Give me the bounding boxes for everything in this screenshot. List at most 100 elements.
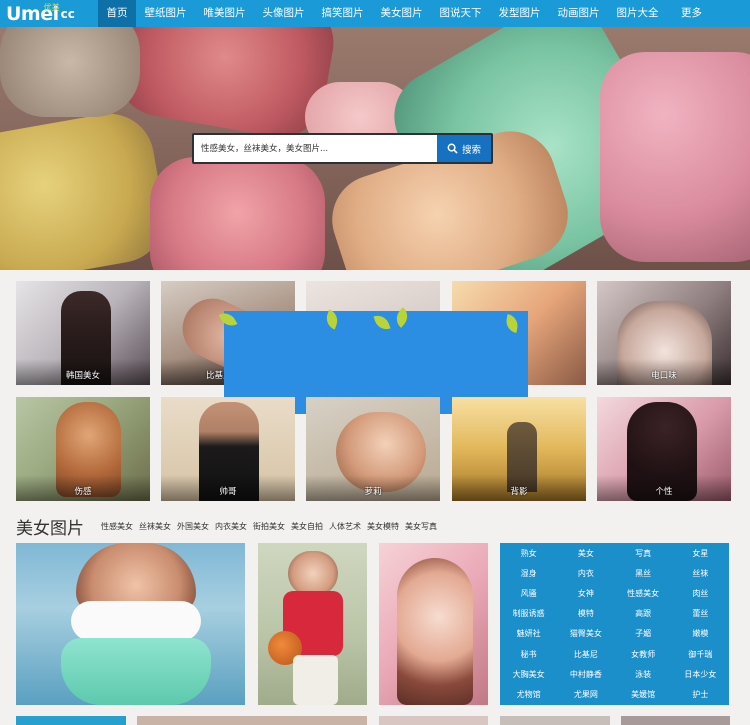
thumbnail-strip — [16, 716, 126, 725]
logo-suffix: cc — [60, 6, 75, 21]
tag-link[interactable]: 日本少女 — [672, 664, 729, 684]
tag-link[interactable]: 护士 — [672, 684, 729, 704]
nav-item-world[interactable]: 图说天下 — [431, 0, 490, 27]
tag-link[interactable]: 性感美女 — [615, 583, 672, 603]
category-tile[interactable]: 伤感 — [16, 397, 150, 501]
tag-link[interactable]: 女神 — [557, 583, 614, 603]
tag-link[interactable]: 泳装 — [615, 664, 672, 684]
tag-link[interactable]: 秘书 — [500, 644, 557, 664]
nav-item-all[interactable]: 图片大全 — [608, 0, 667, 27]
tag-link[interactable]: 熟女 — [500, 543, 557, 563]
featured-photo[interactable] — [16, 543, 245, 705]
tag-link[interactable]: 女教师 — [615, 644, 672, 664]
nav-item-animation[interactable]: 动画图片 — [549, 0, 608, 27]
tag-link[interactable]: 大胸美女 — [500, 664, 557, 684]
logo-cn: 优美 — [43, 3, 60, 12]
tag-link[interactable]: 高跟 — [615, 604, 672, 624]
thumbnail-strip — [137, 716, 367, 725]
section-link[interactable]: 丝袜美女 — [139, 521, 171, 532]
section-link[interactable]: 人体艺术 — [329, 521, 361, 532]
tag-link[interactable]: 肉丝 — [672, 583, 729, 603]
section-link[interactable]: 内衣美女 — [215, 521, 247, 532]
chalk-image — [150, 157, 325, 270]
tile-caption: 个性 — [655, 487, 673, 497]
search-box: 搜索 — [192, 133, 493, 164]
section-link[interactable]: 美女模特 — [367, 521, 399, 532]
tag-link[interactable]: 模特 — [557, 604, 614, 624]
tag-link[interactable]: 风骚 — [500, 583, 557, 603]
tag-grid: 熟女 美女 写真 女星 湿身 内衣 黑丝 丝袜 风骚 女神 性感美女 肉丝 制服… — [500, 543, 729, 705]
nav-item-beauty[interactable]: 美女图片 — [372, 0, 431, 27]
tag-link[interactable]: 湿身 — [500, 563, 557, 583]
tag-link[interactable]: 蕾丝 — [672, 604, 729, 624]
section-title: 美女图片 — [16, 519, 84, 539]
section-link[interactable]: 外国美女 — [177, 521, 209, 532]
section-link[interactable]: 美女自拍 — [291, 521, 323, 532]
photo-figure — [293, 655, 338, 705]
tag-link[interactable]: 尤物馆 — [500, 684, 557, 704]
thumbnail-strip — [500, 716, 610, 725]
nav-menu: 首页 壁纸图片 唯美图片 头像图片 搞笑图片 美女图片 图说天下 发型图片 动画… — [98, 0, 711, 27]
search-icon — [447, 143, 458, 154]
category-tile[interactable]: 帅哥 — [161, 397, 295, 501]
thumbnail-strip — [379, 716, 488, 725]
category-tile[interactable]: 电口味 — [597, 281, 731, 385]
tag-link[interactable]: 御千瑞 — [672, 644, 729, 664]
chalk-image — [0, 27, 140, 117]
nav-item-avatar[interactable]: 头像图片 — [254, 0, 313, 27]
section-link[interactable]: 美女写真 — [405, 521, 437, 532]
tag-link[interactable]: 中村静香 — [557, 664, 614, 684]
tag-link[interactable]: 美女 — [557, 543, 614, 563]
thumbnail-strip — [621, 716, 730, 725]
search-button[interactable]: 搜索 — [437, 135, 491, 162]
photo-figure — [61, 638, 211, 705]
tile-caption: 背影 — [510, 487, 528, 497]
hero-banner: 搜索 — [0, 27, 750, 270]
tag-link[interactable]: 猫臀美女 — [557, 624, 614, 644]
site-logo[interactable]: Umei 优美 cc — [0, 0, 98, 27]
nav-item-home[interactable]: 首页 — [98, 0, 136, 27]
photo-figure — [397, 558, 473, 705]
featured-photo[interactable] — [258, 543, 367, 705]
tag-link[interactable]: 嫩模 — [672, 624, 729, 644]
tag-link[interactable]: 尤果网 — [557, 684, 614, 704]
tag-link[interactable]: 比基尼 — [557, 644, 614, 664]
category-tile[interactable]: 个性 — [597, 397, 731, 501]
leaf-icon — [391, 307, 413, 328]
section-links: 性感美女 丝袜美女 外国美女 内衣美女 街拍美女 美女自拍 人体艺术 美女模特 … — [101, 521, 437, 532]
tag-link[interactable]: 魅妍社 — [500, 624, 557, 644]
category-tile[interactable]: 背影 — [452, 397, 586, 501]
chalk-image — [600, 52, 750, 262]
nav-item-wallpaper[interactable]: 壁纸图片 — [136, 0, 195, 27]
section-link[interactable]: 性感美女 — [101, 521, 133, 532]
tile-caption: 伤感 — [74, 487, 92, 497]
photo-figure — [71, 601, 201, 641]
nav-item-more[interactable]: 更多 — [667, 0, 711, 27]
featured-photo[interactable] — [379, 543, 488, 705]
tag-link[interactable]: 女星 — [672, 543, 729, 563]
leaf-icon — [323, 309, 341, 330]
section-link[interactable]: 街拍美女 — [253, 521, 285, 532]
tag-link[interactable]: 制服诱惑 — [500, 604, 557, 624]
category-tile[interactable]: 萝莉 — [306, 397, 440, 501]
search-input[interactable] — [194, 135, 437, 162]
tag-link[interactable]: 内衣 — [557, 563, 614, 583]
search-button-label: 搜索 — [461, 144, 481, 156]
tag-link[interactable]: 美媛馆 — [615, 684, 672, 704]
leaf-icon — [373, 312, 391, 333]
tag-link[interactable]: 丝袜 — [672, 563, 729, 583]
leaf-icon — [504, 314, 520, 333]
tile-caption: 萝莉 — [364, 487, 382, 497]
tag-link[interactable]: 黑丝 — [615, 563, 672, 583]
photo-figure — [288, 551, 338, 596]
nav-item-funny[interactable]: 搞笑图片 — [313, 0, 372, 27]
tag-link[interactable]: 子媚 — [615, 624, 672, 644]
top-nav: Umei 优美 cc 首页 壁纸图片 唯美图片 头像图片 搞笑图片 美女图片 图… — [0, 0, 750, 27]
tag-link[interactable]: 写真 — [615, 543, 672, 563]
nav-item-aesthetic[interactable]: 唯美图片 — [195, 0, 254, 27]
tile-caption: 电口味 — [651, 371, 677, 381]
nav-item-hairstyle[interactable]: 发型图片 — [490, 0, 549, 27]
chalk-image — [0, 106, 172, 270]
tile-caption: 韩国美女 — [65, 371, 100, 381]
category-tile[interactable]: 韩国美女 — [16, 281, 150, 385]
